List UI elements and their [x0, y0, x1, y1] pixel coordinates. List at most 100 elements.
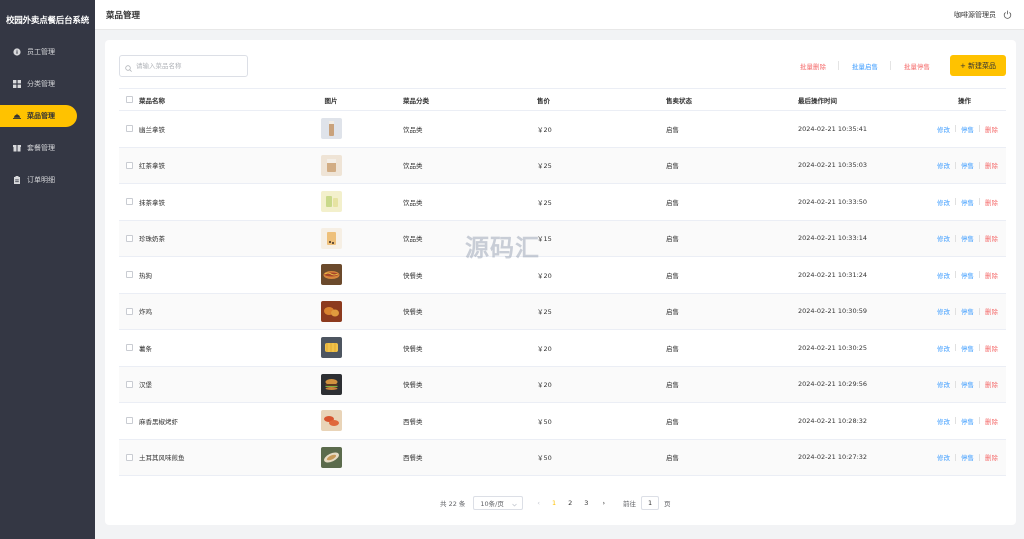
delete-link[interactable]: 删除	[985, 270, 998, 280]
edit-link[interactable]: 修改	[937, 124, 950, 134]
table-row: 土耳其风味煎鱼 西餐类 ￥50 启售 2024-02-21 10:27:32 修改 停售 删除	[119, 439, 1006, 476]
divider	[979, 234, 980, 242]
divider	[890, 61, 891, 70]
batch-disable-button[interactable]: 批量停售	[904, 61, 930, 71]
row-checkbox[interactable]	[126, 271, 133, 279]
divider	[955, 417, 956, 425]
stop-sale-link[interactable]: 停售	[961, 197, 974, 207]
dish-status: 启售	[666, 271, 679, 280]
delete-link[interactable]: 删除	[985, 197, 998, 207]
edit-link[interactable]: 修改	[937, 233, 950, 243]
search-box[interactable]	[119, 55, 248, 77]
sidebar-item-category[interactable]: 分类管理	[0, 73, 77, 95]
row-checkbox[interactable]	[126, 417, 133, 425]
delete-link[interactable]: 删除	[985, 452, 998, 462]
dish-thumbnail	[320, 410, 342, 432]
page-number-1[interactable]: 1	[552, 499, 556, 507]
edit-link[interactable]: 修改	[937, 452, 950, 462]
stop-sale-link[interactable]: 停售	[961, 416, 974, 426]
table-row: 麻香黑椒烤虾 西餐类 ￥50 启售 2024-02-21 10:28:32 修改 停售 删除	[119, 403, 1006, 440]
delete-link[interactable]: 删除	[985, 124, 998, 134]
divider	[955, 161, 956, 169]
row-checkbox[interactable]	[126, 234, 133, 242]
row-checkbox[interactable]	[126, 344, 133, 352]
table-row: 抹茶拿铁 饮品类 ￥25 启售 2024-02-21 10:33:50 修改 停售 删除	[119, 184, 1006, 221]
row-checkbox[interactable]	[126, 125, 133, 133]
dish-image	[319, 148, 343, 184]
goto-page-input[interactable]	[641, 496, 660, 510]
dish-status: 启售	[666, 235, 679, 244]
edit-link[interactable]: 修改	[937, 379, 950, 389]
delete-link[interactable]: 删除	[985, 306, 998, 316]
sidebar-item-package[interactable]: 套餐管理	[0, 137, 77, 159]
next-page-icon[interactable]: ›	[602, 499, 605, 507]
batch-enable-button[interactable]: 批量启售	[852, 61, 878, 71]
edit-link[interactable]: 修改	[937, 306, 950, 316]
dish-updated-time: 2024-02-21 10:35:41	[798, 124, 868, 133]
prev-page-icon[interactable]: ‹	[537, 499, 540, 507]
edit-link[interactable]: 修改	[937, 160, 950, 170]
batch-delete-button[interactable]: 批量删除	[800, 61, 826, 71]
employee-icon	[13, 48, 21, 56]
stop-sale-link[interactable]: 停售	[961, 306, 974, 316]
stop-sale-link[interactable]: 停售	[961, 379, 974, 389]
sidebar-item-dish[interactable]: 菜品管理	[0, 105, 77, 127]
row-checkbox[interactable]	[126, 380, 133, 388]
table-row: 热狗 快餐类 ￥20 启售 2024-02-21 10:31:24 修改 停售 删除	[119, 257, 1006, 294]
stop-sale-link[interactable]: 停售	[961, 343, 974, 353]
row-checkbox[interactable]	[126, 161, 133, 169]
dish-image	[319, 294, 343, 330]
dish-thumbnail	[320, 227, 342, 249]
delete-link[interactable]: 删除	[985, 233, 998, 243]
sidebar-item-employee[interactable]: 员工管理	[0, 41, 77, 63]
stop-sale-link[interactable]: 停售	[961, 160, 974, 170]
watermark: 源码汇	[465, 234, 540, 262]
delete-link[interactable]: 删除	[985, 379, 998, 389]
delete-link[interactable]: 删除	[985, 160, 998, 170]
row-actions: 修改 停售 删除	[937, 440, 998, 476]
dish-thumbnail	[320, 118, 342, 140]
edit-link[interactable]: 修改	[937, 416, 950, 426]
dish-category: 饮品类	[403, 162, 423, 171]
edit-link[interactable]: 修改	[937, 270, 950, 280]
dish-price: ￥20	[537, 344, 552, 353]
row-checkbox[interactable]	[126, 198, 133, 206]
row-checkbox[interactable]	[126, 453, 133, 461]
top-header: 菜品管理 咖啡源管理员	[95, 0, 1024, 30]
order-clipboard-icon	[13, 176, 21, 184]
divider	[979, 307, 980, 315]
delete-link[interactable]: 删除	[985, 343, 998, 353]
row-checkbox[interactable]	[126, 307, 133, 315]
edit-link[interactable]: 修改	[937, 343, 950, 353]
delete-link[interactable]: 删除	[985, 416, 998, 426]
goto-unit: 页	[664, 500, 671, 508]
stop-sale-link[interactable]: 停售	[961, 124, 974, 134]
dish-updated-time: 2024-02-21 10:29:56	[798, 380, 868, 389]
new-dish-button[interactable]: + 新建菜品	[950, 55, 1006, 76]
stop-sale-link[interactable]: 停售	[961, 452, 974, 462]
user-name[interactable]: 咖啡源管理员	[954, 10, 996, 20]
dish-name: 土耳其风味煎鱼	[139, 454, 185, 463]
header-status: 售卖状态	[666, 96, 692, 105]
edit-link[interactable]: 修改	[937, 197, 950, 207]
stop-sale-link[interactable]: 停售	[961, 270, 974, 280]
stop-sale-link[interactable]: 停售	[961, 233, 974, 243]
power-icon[interactable]	[1003, 10, 1012, 19]
row-actions: 修改 停售 删除	[937, 221, 998, 257]
page-number-3[interactable]: 3	[584, 499, 588, 507]
sidebar-nav: 员工管理 分类管理 菜品管理 套餐管理 订单明细	[0, 40, 95, 191]
divider	[979, 198, 980, 206]
page-number-2[interactable]: 2	[568, 499, 572, 507]
dish-category: 快餐类	[403, 381, 423, 390]
page-size-select[interactable]: 10条/页	[473, 496, 524, 510]
select-all-checkbox[interactable]	[126, 96, 133, 103]
dish-updated-time: 2024-02-21 10:30:59	[798, 307, 868, 316]
dish-thumbnail	[320, 446, 342, 468]
search-input[interactable]	[136, 62, 246, 70]
table-row: 幽兰拿铁 饮品类 ￥20 启售 2024-02-21 10:35:41 修改 停售 删除	[119, 111, 1006, 148]
sidebar-item-orders[interactable]: 订单明细	[0, 169, 77, 191]
row-select-cell	[126, 440, 133, 476]
dish-name: 汉堡	[139, 381, 152, 390]
dish-table: 菜品名称 图片 菜品分类 售价 售卖状态 最后操作时间 操作 幽兰拿铁 饮品类 ￥2…	[119, 88, 1006, 476]
dish-thumbnail	[320, 154, 342, 176]
